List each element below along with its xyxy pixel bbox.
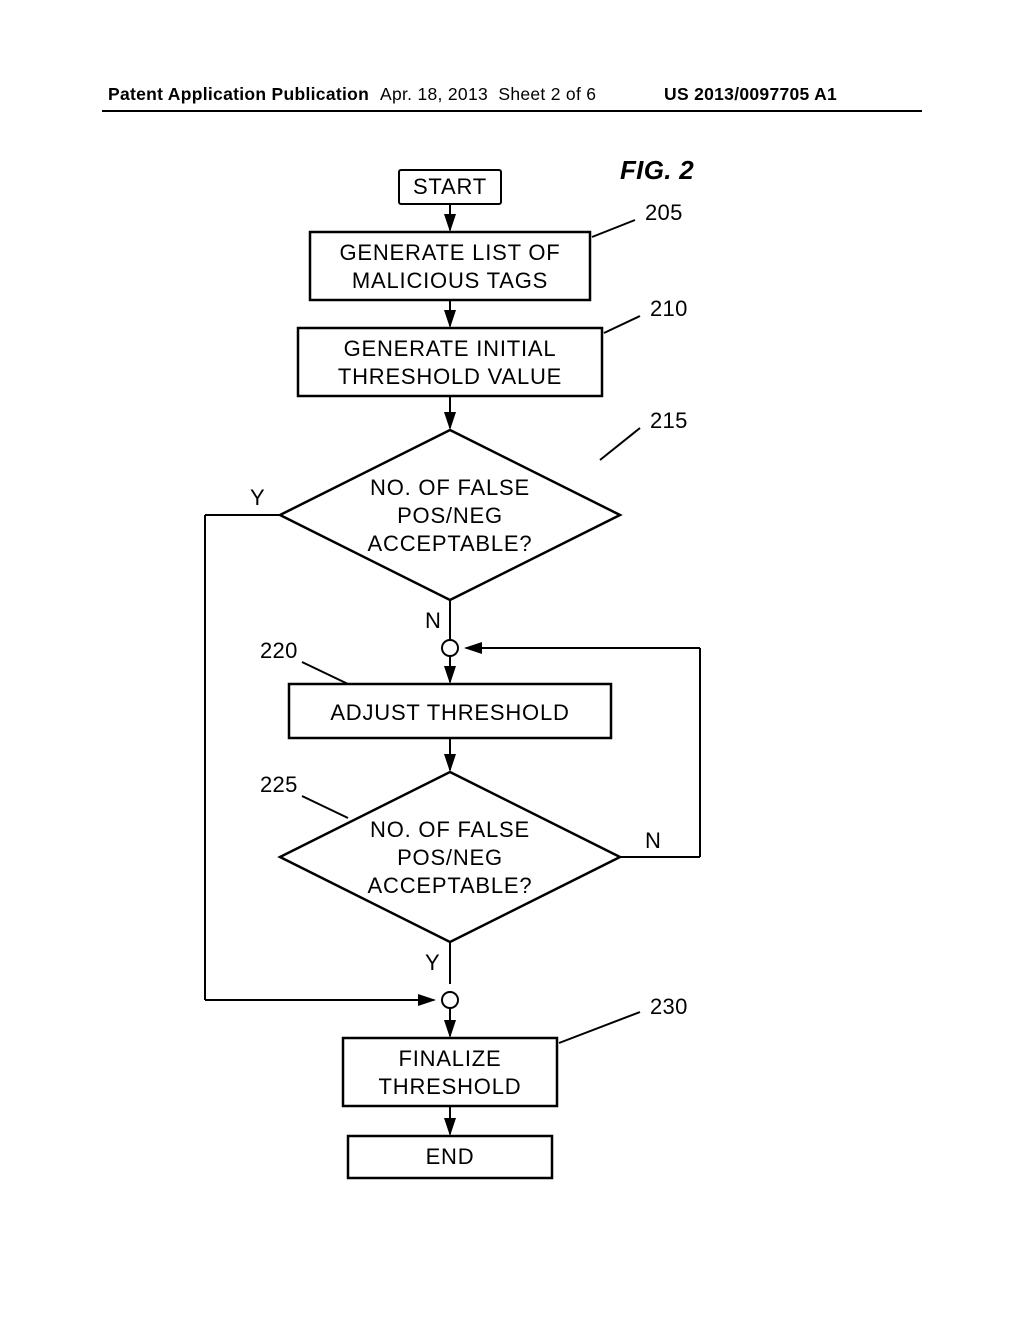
step-205: GENERATE LIST OF MALICIOUS TAGS xyxy=(310,232,590,300)
publication-date-sheet: Apr. 18, 2013 Sheet 2 of 6 xyxy=(380,84,596,105)
ref-220: 220 xyxy=(260,638,298,663)
ref-225: 225 xyxy=(260,772,298,797)
ref-215: 215 xyxy=(650,408,688,433)
svg-text:MALICIOUS TAGS: MALICIOUS TAGS xyxy=(352,268,548,293)
step-230: FINALIZE THRESHOLD xyxy=(343,1038,557,1106)
svg-text:ACCEPTABLE?: ACCEPTABLE? xyxy=(368,531,533,556)
dec225-no: N xyxy=(645,828,661,853)
svg-text:THRESHOLD: THRESHOLD xyxy=(379,1074,522,1099)
junction-top xyxy=(442,640,458,656)
decision-225: NO. OF FALSE POS/NEG ACCEPTABLE? xyxy=(280,772,620,942)
step-210: GENERATE INITIAL THRESHOLD VALUE xyxy=(298,328,602,396)
svg-text:NO. OF FALSE: NO. OF FALSE xyxy=(370,817,530,842)
svg-text:START: START xyxy=(413,174,487,199)
flowchart-svg: START GENERATE LIST OF MALICIOUS TAGS 20… xyxy=(150,160,870,1220)
header-rule xyxy=(102,110,922,112)
svg-text:FINALIZE: FINALIZE xyxy=(399,1046,502,1071)
dec215-no: N xyxy=(425,608,441,633)
svg-text:GENERATE LIST OF: GENERATE LIST OF xyxy=(339,240,560,265)
step-220: ADJUST THRESHOLD xyxy=(289,684,611,738)
decision-215: NO. OF FALSE POS/NEG ACCEPTABLE? xyxy=(280,430,620,600)
svg-text:ACCEPTABLE?: ACCEPTABLE? xyxy=(368,873,533,898)
svg-text:POS/NEG: POS/NEG xyxy=(397,845,503,870)
ref-230: 230 xyxy=(650,994,688,1019)
svg-text:GENERATE INITIAL: GENERATE INITIAL xyxy=(344,336,557,361)
svg-text:THRESHOLD VALUE: THRESHOLD VALUE xyxy=(338,364,562,389)
svg-text:END: END xyxy=(426,1144,475,1169)
start-node: START xyxy=(399,170,501,204)
svg-text:NO. OF FALSE: NO. OF FALSE xyxy=(370,475,530,500)
end-node: END xyxy=(348,1136,552,1178)
svg-text:ADJUST THRESHOLD: ADJUST THRESHOLD xyxy=(330,700,569,725)
publication-number: US 2013/0097705 A1 xyxy=(664,84,837,105)
svg-text:POS/NEG: POS/NEG xyxy=(397,503,503,528)
ref-210: 210 xyxy=(650,296,688,321)
dec225-yes: Y xyxy=(425,950,440,975)
dec215-yes: Y xyxy=(250,485,265,510)
publication-label: Patent Application Publication xyxy=(108,84,369,105)
junction-bottom xyxy=(442,992,458,1008)
ref-205: 205 xyxy=(645,200,683,225)
